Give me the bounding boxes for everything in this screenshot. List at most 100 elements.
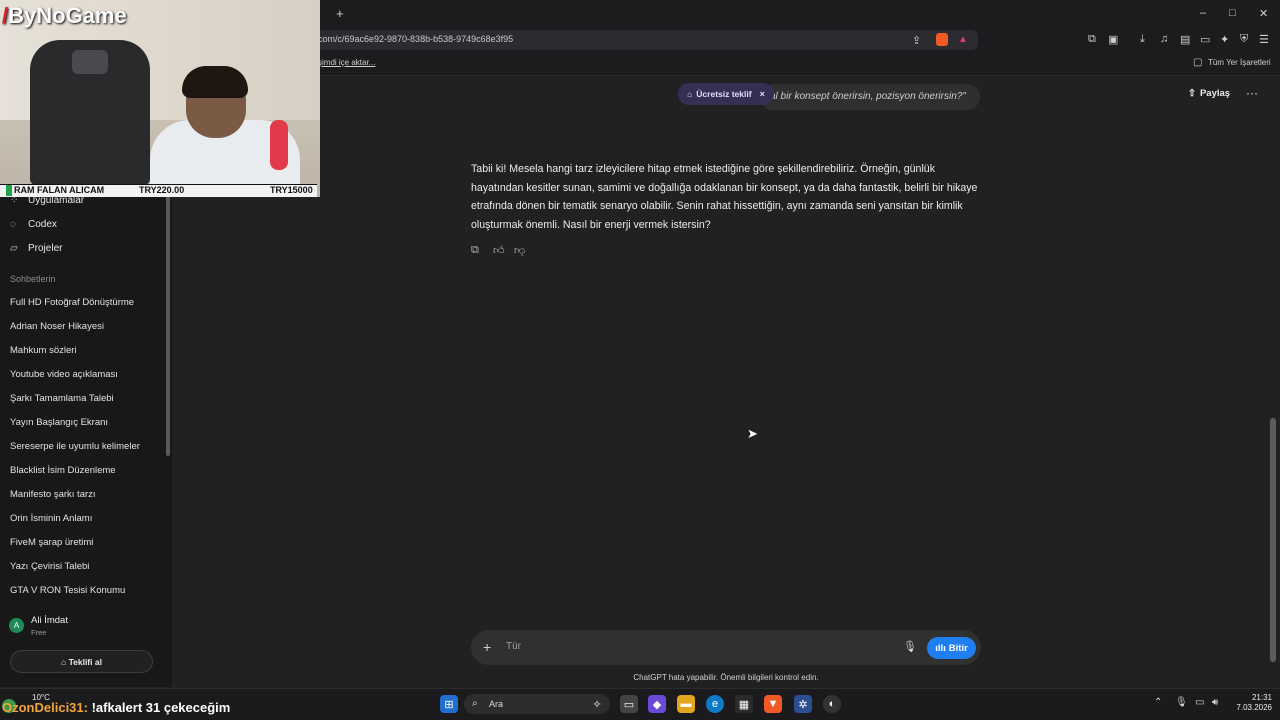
wallet-icon[interactable]: ▭ xyxy=(1200,33,1210,46)
thumbs-up-icon[interactable]: 👍︎ xyxy=(493,244,505,257)
sidebar-item-codex[interactable]: ◌ Codex xyxy=(10,214,57,234)
chat-text: !afkalert 31 çekeceğim xyxy=(87,700,231,715)
tray-mic-icon[interactable]: 🎙︎ xyxy=(1175,697,1188,708)
sidebar-scrollbar[interactable] xyxy=(166,180,170,456)
more-options-button[interactable]: ··· xyxy=(1246,86,1258,100)
brave-shield-icon[interactable] xyxy=(936,33,948,46)
avatar[interactable]: A xyxy=(9,618,24,633)
microphone-icon[interactable]: 🎙︎ xyxy=(903,640,917,653)
store-icon[interactable]: ▦ xyxy=(735,695,753,713)
clock[interactable]: 21:31 7.03.2026 xyxy=(1228,693,1272,713)
plus-icon[interactable]: + xyxy=(483,640,491,654)
sidebar-toggle-icon[interactable]: ▤ xyxy=(1180,33,1190,46)
chat-item[interactable]: Yayın Başlangıç Ekranı xyxy=(10,417,108,428)
chat-item[interactable]: Full HD Fotoğraf Dönüştürme xyxy=(10,297,134,308)
file-explorer-icon[interactable]: ▬ xyxy=(677,695,695,713)
volume-icon[interactable]: 🔊︎ xyxy=(1212,697,1218,708)
chat-item[interactable]: Adrian Noser Hikayesi xyxy=(10,321,104,332)
search-icon: ⌕ xyxy=(472,698,478,709)
chats-section-title: Sohbetlerin xyxy=(10,274,56,284)
rewards-icon[interactable]: ▲ xyxy=(958,34,968,45)
user-plan: Free xyxy=(31,628,47,637)
all-bookmarks-link[interactable]: Tüm Yer İşaretleri xyxy=(1208,58,1271,67)
disclaimer: ChatGPT hata yapabilir. Önemli bilgileri… xyxy=(633,673,819,682)
chat-item[interactable]: Youtube video açıklaması xyxy=(10,369,118,380)
logo-text: ByNoGame xyxy=(8,3,127,28)
new-tab-button[interactable]: + xyxy=(336,6,344,21)
stream-logo: /ByNoGame xyxy=(2,3,127,29)
edge-icon[interactable]: e xyxy=(706,695,724,713)
extensions-icon[interactable]: ⧉ xyxy=(1088,33,1096,46)
chat-item[interactable]: Şarkı Tamamlama Talebi xyxy=(10,393,114,404)
tab-search-icon[interactable]: ▣ xyxy=(1108,33,1118,46)
tray-display-icon[interactable]: ▭ xyxy=(1195,697,1204,708)
ticker-goal: TRY15000 xyxy=(270,185,313,195)
copy-icon[interactable]: ⧉ xyxy=(471,244,479,257)
app-icon[interactable]: ✲ xyxy=(794,695,812,713)
brave-icon[interactable]: ▼ xyxy=(764,695,782,713)
close-window-button[interactable]: ✕ xyxy=(1259,7,1268,20)
chat-item[interactable]: Mahkum sözleri xyxy=(10,345,77,356)
chat-item[interactable]: Manifesto şarkı tarzı xyxy=(10,489,96,500)
sidebar-item-projects[interactable]: ▱ Projeler xyxy=(10,238,62,258)
gift-icon: ⌂ xyxy=(61,656,67,667)
main-scrollbar[interactable] xyxy=(1270,418,1276,662)
sidebar-item-label: Codex xyxy=(28,218,57,230)
tray-overflow-icon[interactable]: ⌃ xyxy=(1154,697,1162,708)
windows-start-icon[interactable]: ⊞ xyxy=(440,695,458,713)
obs-icon[interactable]: ◐ xyxy=(823,695,841,713)
chat-item[interactable]: FiveM şarap üretimi xyxy=(10,537,93,548)
gift-icon: ⌂ xyxy=(687,89,693,99)
close-icon[interactable]: × xyxy=(760,89,765,99)
microphone xyxy=(270,120,288,170)
chat-item[interactable]: Blacklist İsim Düzenleme xyxy=(10,465,116,476)
mouse-cursor-icon: ➤ xyxy=(747,426,758,441)
ticker-amount: TRY220.00 xyxy=(139,185,185,195)
codex-icon: ◌ xyxy=(10,218,16,230)
chat-item[interactable]: Sereserpe ile uyumlu kelimeler xyxy=(10,441,140,452)
chat-item[interactable]: GTA V RON Tesisi Konumu xyxy=(10,585,125,596)
share-label: Paylaş xyxy=(1199,88,1231,99)
share-page-icon[interactable]: ⇪ xyxy=(912,34,921,47)
streamer-hair xyxy=(182,66,248,98)
upgrade-label: Teklifi al xyxy=(68,656,102,667)
sidebar-item-label: Projeler xyxy=(28,242,63,254)
chat-item[interactable]: Yazı Çevirisi Talebi xyxy=(10,561,89,572)
vpn-icon[interactable]: ⛨ xyxy=(1240,33,1248,46)
upgrade-button[interactable]: ⌂ Teklifi al xyxy=(10,650,153,673)
folder-icon: ▱ xyxy=(10,242,18,254)
user-message-text: al bir konsept önerirsin, pozisyon öneri… xyxy=(770,91,966,102)
ticker-message: RAM FALAN ALICAM xyxy=(14,185,105,195)
voice-end-button[interactable]: ıllı Bitir xyxy=(927,637,976,659)
menu-icon[interactable]: ☰ xyxy=(1259,33,1269,46)
clock-time: 21:31 xyxy=(1251,693,1272,702)
chat-username: OzonDelici31: xyxy=(2,700,88,715)
widget-image-icon[interactable]: ✧ xyxy=(588,695,606,713)
voice-label: Bitir xyxy=(948,642,968,654)
chair-logo xyxy=(72,50,108,74)
webcam-overlay xyxy=(0,0,320,197)
assistant-message: Tabii ki! Mesela hangi tarz izleyicilere… xyxy=(471,163,978,231)
task-view-icon[interactable]: ▭ xyxy=(620,695,638,713)
leo-ai-icon[interactable]: ✦ xyxy=(1220,33,1229,46)
share-button[interactable]: ⇧ Paylaş xyxy=(1188,88,1230,99)
media-icon[interactable]: ♫ xyxy=(1160,33,1168,45)
maximize-button[interactable]: □ xyxy=(1229,7,1236,19)
chat-item[interactable]: Orin İsminin Anlamı xyxy=(10,513,92,524)
bookmark-import-link[interactable]: şimdi içe aktar... xyxy=(318,58,375,67)
taskbar-search-label: Ara xyxy=(489,699,504,709)
user-name[interactable]: Ali İmdat xyxy=(31,615,68,626)
ticker-accent xyxy=(6,185,12,196)
url-text[interactable]: com/c/69ac6e92-9870-838b-b538-9749c68e3f… xyxy=(318,34,513,44)
thumbs-down-icon[interactable]: 👎︎ xyxy=(514,244,525,257)
offer-label: Ücretsiz teklif xyxy=(696,89,752,99)
free-offer-badge[interactable]: ⌂ Ücretsiz teklif × xyxy=(678,83,774,105)
minimize-button[interactable]: – xyxy=(1200,7,1206,19)
folder-icon: ▢ xyxy=(1193,57,1203,68)
clock-date: 7.03.2026 xyxy=(1236,703,1272,712)
copilot-icon[interactable]: ◆ xyxy=(648,695,666,713)
download-icon[interactable]: ⤓ xyxy=(1140,33,1145,46)
prompt-input[interactable]: Tür xyxy=(506,641,521,652)
share-icon: ⇧ xyxy=(1188,88,1196,99)
waveform-icon: ıllı xyxy=(935,642,946,654)
